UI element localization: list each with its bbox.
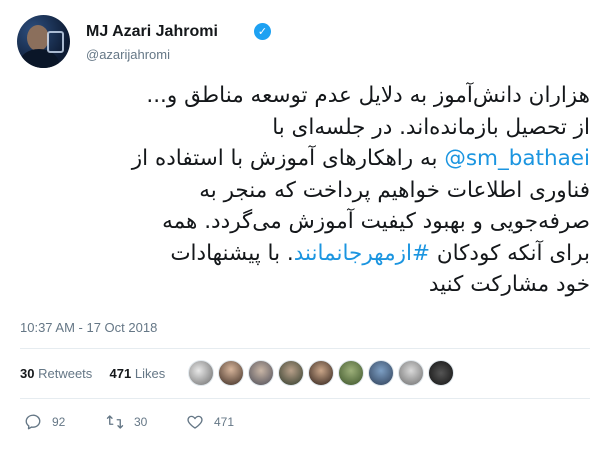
liker-avatar[interactable] [188, 360, 214, 386]
tweet-line-text: به راهکارهای آموزش با استفاده از [131, 146, 445, 171]
like-button[interactable]: 471 [186, 410, 234, 434]
tweet-line: هزاران دانش‌آموز به دلایل عدم توسعه مناط… [146, 83, 590, 108]
retweet-button[interactable]: 30 [106, 410, 147, 434]
retweets-label[interactable]: Retweets [38, 366, 92, 381]
avatar-head [27, 25, 49, 51]
hashtag-link[interactable]: #ازمهرجانمانند [294, 241, 430, 266]
likes-count[interactable]: 471 [110, 366, 132, 381]
like-count: 471 [214, 415, 235, 429]
author-handle[interactable]: @azarijahromi [86, 47, 170, 62]
retweet-count: 30 [134, 415, 148, 429]
divider [20, 348, 590, 349]
liker-avatar[interactable] [248, 360, 274, 386]
tweet-stats: 30 Retweets 471 Likes [20, 366, 165, 381]
liker-avatar[interactable] [338, 360, 364, 386]
likes-label[interactable]: Likes [135, 366, 165, 381]
tweet-line: خود مشارکت کنید [428, 272, 590, 297]
liker-avatar[interactable] [278, 360, 304, 386]
avatar-logo [47, 31, 64, 53]
tweet-line: فناوری اطلاعات خواهیم پرداخت که منجر به [199, 177, 590, 203]
author-name[interactable]: MJ Azari Jahromi [86, 23, 218, 41]
liker-avatar[interactable] [398, 360, 424, 386]
tweet-line: برای آنکه کودکان #ازمهرجانمانند. با پیشن… [20, 238, 590, 270]
reply-count: 92 [52, 415, 66, 429]
tweet-text: هزاران دانش‌آموز به دلایل عدم توسعه مناط… [20, 80, 590, 301]
reply-button[interactable]: 92 [24, 410, 65, 434]
tweet-header: MJ Azari Jahromi ✓ @azarijahromi [17, 15, 597, 68]
mention-link[interactable]: @sm_bathaei [444, 146, 590, 171]
retweets-count[interactable]: 30 [20, 366, 34, 381]
verified-badge-icon: ✓ [254, 23, 271, 40]
avatar[interactable] [17, 15, 70, 68]
divider [20, 398, 590, 399]
heart-icon [187, 415, 203, 429]
liker-avatar[interactable] [428, 360, 454, 386]
tweet-line: صرفه‌جویی و بهبود کیفیت آموزش می‌گردد. ه… [162, 209, 590, 234]
tweet-line-text: . با پیشنهادات [170, 240, 294, 266]
liker-avatar[interactable] [218, 360, 244, 386]
liker-avatar[interactable] [368, 360, 394, 386]
liker-avatar[interactable] [308, 360, 334, 386]
tweet-line: @sm_bathaei به راهکارهای آموزش با استفاد… [20, 143, 590, 175]
tweet-line: از تحصیل بازمانده‌اند. در جلسه‌ای با [272, 114, 590, 140]
retweet-icon [106, 415, 124, 429]
tweet-line-text: برای آنکه کودکان [429, 240, 590, 266]
reply-icon [25, 414, 41, 430]
tweet-timestamp[interactable]: 10:37 AM - 17 Oct 2018 [20, 320, 157, 335]
